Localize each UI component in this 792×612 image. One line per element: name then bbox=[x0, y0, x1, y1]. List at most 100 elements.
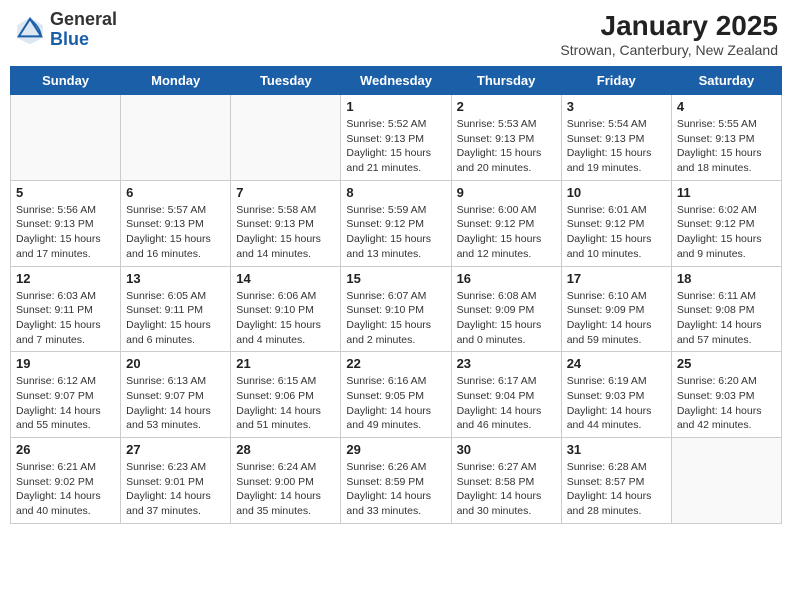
weekday-header-monday: Monday bbox=[121, 67, 231, 95]
calendar-day-cell: 2 Sunrise: 5:53 AM Sunset: 9:13 PM Daylig… bbox=[451, 95, 561, 181]
day-info: Sunrise: 6:05 AM Sunset: 9:11 PM Dayligh… bbox=[126, 289, 225, 348]
weekday-header-tuesday: Tuesday bbox=[231, 67, 341, 95]
weekday-header-thursday: Thursday bbox=[451, 67, 561, 95]
calendar-week-row: 5 Sunrise: 5:56 AM Sunset: 9:13 PM Daylig… bbox=[11, 180, 782, 266]
day-number: 3 bbox=[567, 99, 666, 114]
day-number: 19 bbox=[16, 356, 115, 371]
calendar-day-cell: 27 Sunrise: 6:23 AM Sunset: 9:01 PM Dayli… bbox=[121, 438, 231, 524]
title-block: January 2025 Strowan, Canterbury, New Ze… bbox=[560, 10, 778, 58]
day-number: 27 bbox=[126, 442, 225, 457]
calendar-day-cell: 3Sunrise: 5:54 AM Sunset: 9:13 PM Daylig… bbox=[561, 95, 671, 181]
day-number: 12 bbox=[16, 271, 115, 286]
day-number: 6 bbox=[126, 185, 225, 200]
calendar-week-row: 26 Sunrise: 6:21 AM Sunset: 9:02 PM Dayli… bbox=[11, 438, 782, 524]
weekday-header-wednesday: Wednesday bbox=[341, 67, 451, 95]
weekday-header-row: SundayMondayTuesdayWednesdayThursdayFrid… bbox=[11, 67, 782, 95]
calendar-day-cell: 30Sunrise: 6:27 AM Sunset: 8:58 PM Dayli… bbox=[451, 438, 561, 524]
day-number: 20 bbox=[126, 356, 225, 371]
day-info: Sunrise: 6:08 AM Sunset: 9:09 PM Dayligh… bbox=[457, 289, 556, 348]
calendar-day-cell: 13Sunrise: 6:05 AM Sunset: 9:11 PM Dayli… bbox=[121, 266, 231, 352]
calendar-day-cell: 23 Sunrise: 6:17 AM Sunset: 9:04 PM Dayli… bbox=[451, 352, 561, 438]
calendar-day-cell bbox=[121, 95, 231, 181]
weekday-header-friday: Friday bbox=[561, 67, 671, 95]
day-info: Sunrise: 6:27 AM Sunset: 8:58 PM Dayligh… bbox=[457, 460, 556, 519]
calendar-week-row: 19Sunrise: 6:12 AM Sunset: 9:07 PM Dayli… bbox=[11, 352, 782, 438]
day-info: Sunrise: 5:58 AM Sunset: 9:13 PM Dayligh… bbox=[236, 203, 335, 262]
day-info: Sunrise: 6:23 AM Sunset: 9:01 PM Dayligh… bbox=[126, 460, 225, 519]
day-number: 21 bbox=[236, 356, 335, 371]
calendar-day-cell: 16 Sunrise: 6:08 AM Sunset: 9:09 PM Dayli… bbox=[451, 266, 561, 352]
calendar-day-cell: 9 Sunrise: 6:00 AM Sunset: 9:12 PM Daylig… bbox=[451, 180, 561, 266]
day-info: Sunrise: 6:19 AM Sunset: 9:03 PM Dayligh… bbox=[567, 374, 666, 433]
day-info: Sunrise: 6:13 AM Sunset: 9:07 PM Dayligh… bbox=[126, 374, 225, 433]
day-number: 23 bbox=[457, 356, 556, 371]
day-number: 9 bbox=[457, 185, 556, 200]
calendar-day-cell: 4Sunrise: 5:55 AM Sunset: 9:13 PM Daylig… bbox=[671, 95, 781, 181]
day-number: 5 bbox=[16, 185, 115, 200]
calendar-week-row: 12 Sunrise: 6:03 AM Sunset: 9:11 PM Dayli… bbox=[11, 266, 782, 352]
day-number: 2 bbox=[457, 99, 556, 114]
day-number: 15 bbox=[346, 271, 445, 286]
calendar-day-cell: 26 Sunrise: 6:21 AM Sunset: 9:02 PM Dayli… bbox=[11, 438, 121, 524]
calendar-table: SundayMondayTuesdayWednesdayThursdayFrid… bbox=[10, 66, 782, 524]
day-number: 10 bbox=[567, 185, 666, 200]
calendar-day-cell: 8 Sunrise: 5:59 AM Sunset: 9:12 PM Daylig… bbox=[341, 180, 451, 266]
logo: General Blue bbox=[14, 10, 117, 50]
calendar-day-cell: 29 Sunrise: 6:26 AM Sunset: 8:59 PM Dayli… bbox=[341, 438, 451, 524]
day-number: 31 bbox=[567, 442, 666, 457]
day-number: 22 bbox=[346, 356, 445, 371]
day-info: Sunrise: 6:21 AM Sunset: 9:02 PM Dayligh… bbox=[16, 460, 115, 519]
day-info: Sunrise: 5:56 AM Sunset: 9:13 PM Dayligh… bbox=[16, 203, 115, 262]
weekday-header-sunday: Sunday bbox=[11, 67, 121, 95]
day-number: 25 bbox=[677, 356, 776, 371]
calendar-day-cell: 7 Sunrise: 5:58 AM Sunset: 9:13 PM Daylig… bbox=[231, 180, 341, 266]
calendar-day-cell: 5 Sunrise: 5:56 AM Sunset: 9:13 PM Daylig… bbox=[11, 180, 121, 266]
calendar-day-cell: 11Sunrise: 6:02 AM Sunset: 9:12 PM Dayli… bbox=[671, 180, 781, 266]
calendar-title: January 2025 bbox=[560, 10, 778, 42]
day-info: Sunrise: 6:26 AM Sunset: 8:59 PM Dayligh… bbox=[346, 460, 445, 519]
calendar-day-cell: 31Sunrise: 6:28 AM Sunset: 8:57 PM Dayli… bbox=[561, 438, 671, 524]
calendar-day-cell: 14 Sunrise: 6:06 AM Sunset: 9:10 PM Dayli… bbox=[231, 266, 341, 352]
day-number: 28 bbox=[236, 442, 335, 457]
calendar-day-cell: 19Sunrise: 6:12 AM Sunset: 9:07 PM Dayli… bbox=[11, 352, 121, 438]
day-number: 24 bbox=[567, 356, 666, 371]
calendar-day-cell: 24 Sunrise: 6:19 AM Sunset: 9:03 PM Dayli… bbox=[561, 352, 671, 438]
day-info: Sunrise: 6:20 AM Sunset: 9:03 PM Dayligh… bbox=[677, 374, 776, 433]
day-info: Sunrise: 5:52 AM Sunset: 9:13 PM Dayligh… bbox=[346, 117, 445, 176]
calendar-day-cell bbox=[231, 95, 341, 181]
day-number: 8 bbox=[346, 185, 445, 200]
day-number: 14 bbox=[236, 271, 335, 286]
logo-icon bbox=[14, 14, 46, 46]
calendar-week-row: 1Sunrise: 5:52 AM Sunset: 9:13 PM Daylig… bbox=[11, 95, 782, 181]
day-number: 29 bbox=[346, 442, 445, 457]
day-number: 18 bbox=[677, 271, 776, 286]
day-number: 17 bbox=[567, 271, 666, 286]
day-info: Sunrise: 6:07 AM Sunset: 9:10 PM Dayligh… bbox=[346, 289, 445, 348]
day-info: Sunrise: 6:16 AM Sunset: 9:05 PM Dayligh… bbox=[346, 374, 445, 433]
calendar-day-cell: 20 Sunrise: 6:13 AM Sunset: 9:07 PM Dayli… bbox=[121, 352, 231, 438]
day-info: Sunrise: 6:15 AM Sunset: 9:06 PM Dayligh… bbox=[236, 374, 335, 433]
day-info: Sunrise: 6:10 AM Sunset: 9:09 PM Dayligh… bbox=[567, 289, 666, 348]
weekday-header-saturday: Saturday bbox=[671, 67, 781, 95]
day-number: 7 bbox=[236, 185, 335, 200]
page-header: General Blue January 2025 Strowan, Cante… bbox=[10, 10, 782, 58]
calendar-day-cell: 18 Sunrise: 6:11 AM Sunset: 9:08 PM Dayli… bbox=[671, 266, 781, 352]
day-number: 11 bbox=[677, 185, 776, 200]
day-number: 4 bbox=[677, 99, 776, 114]
day-info: Sunrise: 6:06 AM Sunset: 9:10 PM Dayligh… bbox=[236, 289, 335, 348]
day-info: Sunrise: 6:00 AM Sunset: 9:12 PM Dayligh… bbox=[457, 203, 556, 262]
day-info: Sunrise: 6:03 AM Sunset: 9:11 PM Dayligh… bbox=[16, 289, 115, 348]
calendar-day-cell: 10 Sunrise: 6:01 AM Sunset: 9:12 PM Dayli… bbox=[561, 180, 671, 266]
calendar-day-cell bbox=[671, 438, 781, 524]
day-number: 16 bbox=[457, 271, 556, 286]
calendar-day-cell: 22 Sunrise: 6:16 AM Sunset: 9:05 PM Dayli… bbox=[341, 352, 451, 438]
day-info: Sunrise: 5:53 AM Sunset: 9:13 PM Dayligh… bbox=[457, 117, 556, 176]
calendar-day-cell: 1Sunrise: 5:52 AM Sunset: 9:13 PM Daylig… bbox=[341, 95, 451, 181]
calendar-day-cell: 28Sunrise: 6:24 AM Sunset: 9:00 PM Dayli… bbox=[231, 438, 341, 524]
day-info: Sunrise: 5:59 AM Sunset: 9:12 PM Dayligh… bbox=[346, 203, 445, 262]
day-number: 26 bbox=[16, 442, 115, 457]
day-info: Sunrise: 6:01 AM Sunset: 9:12 PM Dayligh… bbox=[567, 203, 666, 262]
day-info: Sunrise: 6:11 AM Sunset: 9:08 PM Dayligh… bbox=[677, 289, 776, 348]
calendar-day-cell: 21 Sunrise: 6:15 AM Sunset: 9:06 PM Dayli… bbox=[231, 352, 341, 438]
day-info: Sunrise: 6:17 AM Sunset: 9:04 PM Dayligh… bbox=[457, 374, 556, 433]
